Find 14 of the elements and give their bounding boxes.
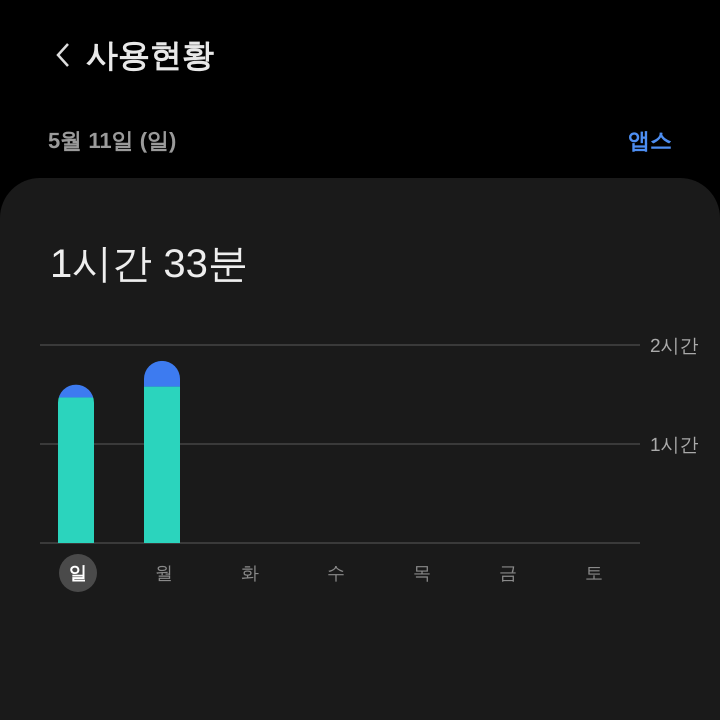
day-tab[interactable]: 화 (231, 554, 269, 592)
page-title: 사용현황 (86, 36, 214, 75)
axis-label: 2시간 (650, 336, 699, 357)
axis-label: 1시간 (650, 435, 699, 456)
back-icon[interactable] (56, 42, 70, 68)
day-tab[interactable]: 토 (575, 554, 613, 592)
day-tab[interactable]: 목 (403, 554, 441, 592)
apps-link[interactable]: 앱스 (628, 124, 672, 156)
date-label: 5월 11일 (일) (48, 126, 176, 155)
day-tab[interactable]: 일 (59, 554, 97, 592)
total-time: 1시간 33분 (49, 244, 249, 284)
day-tab[interactable]: 금 (489, 554, 527, 592)
day-tab[interactable]: 수 (317, 554, 355, 592)
day-tab[interactable]: 월 (145, 554, 183, 592)
